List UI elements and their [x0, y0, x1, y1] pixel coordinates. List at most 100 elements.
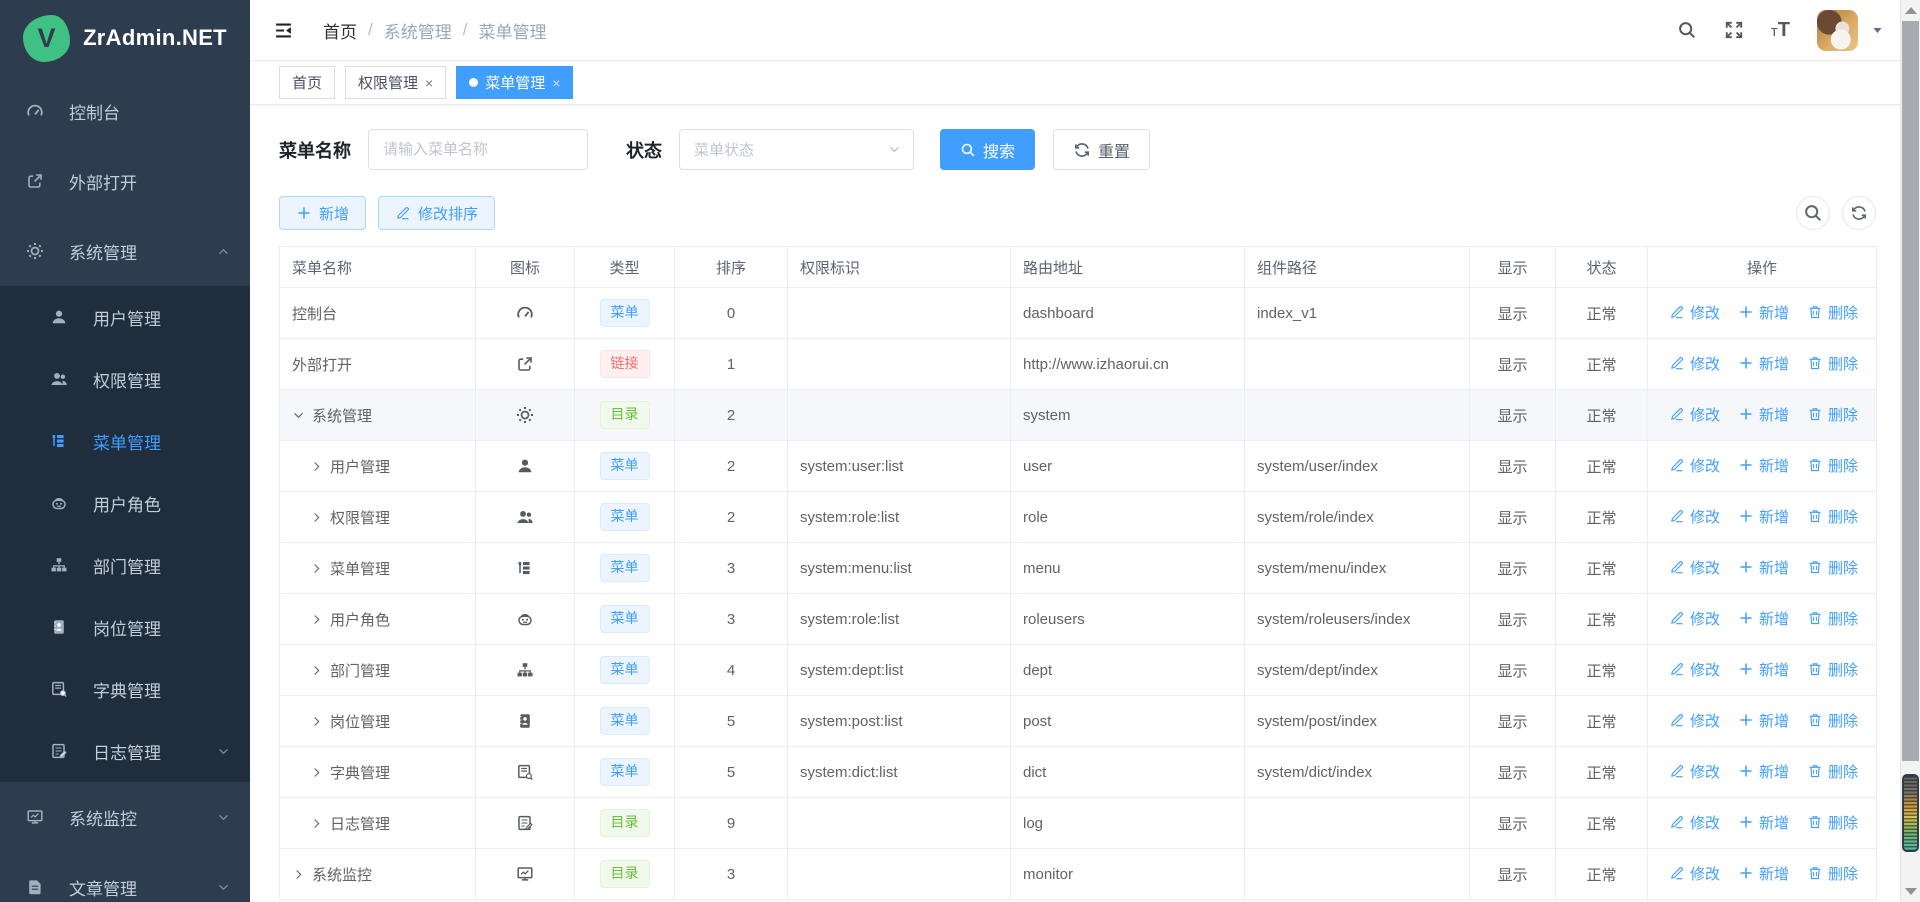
breadcrumb-item[interactable]: 系统管理 — [384, 18, 452, 43]
add-button[interactable]: 新增 — [279, 196, 366, 230]
cell-icon — [476, 492, 575, 543]
table-row[interactable]: 权限管理菜单2system:role:listrolesystem/role/i… — [280, 492, 1877, 543]
chevron-right-icon[interactable] — [310, 664, 323, 677]
row-delete-button[interactable]: 删除 — [1807, 863, 1858, 884]
table-row[interactable]: 字典管理菜单5system:dict:listdictsystem/dict/i… — [280, 747, 1877, 798]
sidebar-item-权限管理[interactable]: 权限管理 — [0, 348, 250, 410]
sidebar-item-日志管理[interactable]: 日志管理 — [0, 720, 250, 782]
menu-name-input[interactable] — [368, 129, 588, 170]
font-size-icon[interactable]: тT — [1771, 19, 1790, 42]
row-delete-button[interactable]: 删除 — [1807, 506, 1858, 527]
row-edit-button[interactable]: 修改 — [1669, 506, 1720, 527]
row-add-button[interactable]: 新增 — [1738, 608, 1789, 629]
row-delete-button[interactable]: 删除 — [1807, 812, 1858, 833]
scroll-up-arrow-icon[interactable] — [1905, 7, 1917, 14]
row-edit-button[interactable]: 修改 — [1669, 404, 1720, 425]
row-edit-button[interactable]: 修改 — [1669, 761, 1720, 782]
chevron-right-icon[interactable] — [310, 817, 323, 830]
row-delete-button[interactable]: 删除 — [1807, 302, 1858, 323]
row-edit-button[interactable]: 修改 — [1669, 302, 1720, 323]
row-delete-button[interactable]: 删除 — [1807, 353, 1858, 374]
sidebar-item-文章管理[interactable]: 文章管理 — [0, 852, 250, 902]
table-refresh-button[interactable] — [1842, 196, 1876, 230]
fullscreen-icon[interactable] — [1724, 20, 1744, 40]
row-edit-button[interactable]: 修改 — [1669, 557, 1720, 578]
sidebar-item-用户角色[interactable]: 用户角色 — [0, 472, 250, 534]
row-add-button[interactable]: 新增 — [1738, 863, 1789, 884]
table-row[interactable]: 岗位管理菜单5system:post:listpostsystem/post/i… — [280, 696, 1877, 747]
edit-sort-button[interactable]: 修改排序 — [378, 196, 495, 230]
search-icon[interactable] — [1677, 20, 1697, 40]
chevron-right-icon[interactable] — [310, 766, 323, 779]
log-icon — [516, 814, 534, 832]
row-add-button[interactable]: 新增 — [1738, 506, 1789, 527]
chevron-down-icon[interactable] — [292, 409, 305, 422]
table-search-button[interactable] — [1796, 196, 1830, 230]
sidebar-item-控制台[interactable]: 控制台 — [0, 76, 250, 146]
search-button[interactable]: 搜索 — [940, 129, 1035, 170]
sidebar-item-用户管理[interactable]: 用户管理 — [0, 286, 250, 348]
table-row[interactable]: 控制台菜单0dashboardindex_v1显示正常修改新增删除 — [280, 288, 1877, 339]
scroll-down-arrow-icon[interactable] — [1905, 888, 1917, 895]
row-edit-button[interactable]: 修改 — [1669, 659, 1720, 680]
sidebar-item-岗位管理[interactable]: 岗位管理 — [0, 596, 250, 658]
sidebar-item-字典管理[interactable]: 字典管理 — [0, 658, 250, 720]
chevron-right-icon[interactable] — [310, 715, 323, 728]
row-edit-button[interactable]: 修改 — [1669, 455, 1720, 476]
table-row[interactable]: 部门管理菜单4system:dept:listdeptsystem/dept/i… — [280, 645, 1877, 696]
status-select[interactable]: 菜单状态 — [679, 129, 914, 170]
row-add-button[interactable]: 新增 — [1738, 353, 1789, 374]
row-delete-button[interactable]: 删除 — [1807, 659, 1858, 680]
table-row[interactable]: 用户角色菜单3system:role:listroleuserssystem/r… — [280, 594, 1877, 645]
row-add-button[interactable]: 新增 — [1738, 302, 1789, 323]
row-edit-button[interactable]: 修改 — [1669, 608, 1720, 629]
scrollbar-thumb[interactable] — [1902, 21, 1919, 761]
close-icon[interactable]: × — [425, 76, 433, 90]
tab-首页[interactable]: 首页 — [279, 66, 335, 99]
row-delete-button[interactable]: 删除 — [1807, 608, 1858, 629]
row-add-button[interactable]: 新增 — [1738, 812, 1789, 833]
caret-down-icon[interactable] — [1871, 24, 1884, 37]
row-edit-button[interactable]: 修改 — [1669, 863, 1720, 884]
vertical-scrollbar[interactable] — [1900, 0, 1920, 902]
row-delete-button[interactable]: 删除 — [1807, 761, 1858, 782]
sidebar-item-外部打开[interactable]: 外部打开 — [0, 146, 250, 216]
chevron-right-icon[interactable] — [292, 868, 305, 881]
row-delete-button[interactable]: 删除 — [1807, 710, 1858, 731]
row-delete-button[interactable]: 删除 — [1807, 455, 1858, 476]
table-row[interactable]: 系统管理目录2system显示正常修改新增删除 — [280, 390, 1877, 441]
row-add-button[interactable]: 新增 — [1738, 659, 1789, 680]
table-row[interactable]: 菜单管理菜单3system:menu:listmenusystem/menu/i… — [280, 543, 1877, 594]
breadcrumb-item[interactable]: 首页 — [323, 18, 357, 43]
table-row[interactable]: 系统监控目录3monitor显示正常修改新增删除 — [280, 849, 1877, 900]
row-add-button[interactable]: 新增 — [1738, 557, 1789, 578]
tab-菜单管理[interactable]: 菜单管理× — [456, 66, 573, 99]
chevron-right-icon[interactable] — [310, 460, 323, 473]
row-edit-button[interactable]: 修改 — [1669, 353, 1720, 374]
row-add-button[interactable]: 新增 — [1738, 761, 1789, 782]
chevron-right-icon[interactable] — [310, 511, 323, 524]
row-delete-button[interactable]: 删除 — [1807, 557, 1858, 578]
cell-route: monitor — [1011, 849, 1245, 900]
sidebar-fold-icon[interactable] — [274, 21, 293, 40]
row-delete-button[interactable]: 删除 — [1807, 404, 1858, 425]
sidebar-item-菜单管理[interactable]: 菜单管理 — [0, 410, 250, 472]
row-edit-button[interactable]: 修改 — [1669, 812, 1720, 833]
sidebar-item-系统监控[interactable]: 系统监控 — [0, 782, 250, 852]
row-add-button[interactable]: 新增 — [1738, 710, 1789, 731]
row-edit-button[interactable]: 修改 — [1669, 710, 1720, 731]
reset-button[interactable]: 重置 — [1053, 129, 1150, 170]
table-row[interactable]: 日志管理目录9log显示正常修改新增删除 — [280, 798, 1877, 849]
row-add-button[interactable]: 新增 — [1738, 404, 1789, 425]
user-avatar[interactable] — [1817, 10, 1858, 51]
tab-权限管理[interactable]: 权限管理× — [345, 66, 446, 99]
sidebar-item-部门管理[interactable]: 部门管理 — [0, 534, 250, 596]
close-icon[interactable]: × — [552, 76, 560, 90]
chevron-right-icon[interactable] — [310, 613, 323, 626]
row-add-button[interactable]: 新增 — [1738, 455, 1789, 476]
sidebar-item-系统管理[interactable]: 系统管理 — [0, 216, 250, 286]
cell-operations: 修改新增删除 — [1648, 849, 1877, 900]
chevron-right-icon[interactable] — [310, 562, 323, 575]
table-row[interactable]: 外部打开链接1http://www.izhaorui.cn显示正常修改新增删除 — [280, 339, 1877, 390]
table-row[interactable]: 用户管理菜单2system:user:listusersystem/user/i… — [280, 441, 1877, 492]
